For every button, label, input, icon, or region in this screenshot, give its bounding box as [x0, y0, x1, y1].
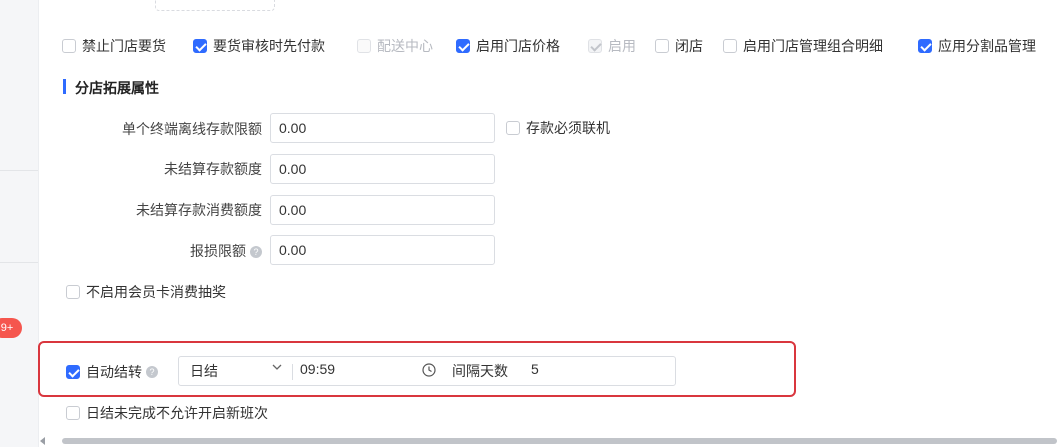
checkbox-disabled: [357, 39, 371, 53]
help-icon[interactable]: ?: [250, 246, 262, 259]
checkbox[interactable]: [66, 406, 80, 420]
checkbox[interactable]: [723, 39, 737, 53]
option-label: 存款必须联机: [526, 120, 610, 136]
loss-limit-label: 报损限额: [190, 243, 246, 259]
option-label: 日结未完成不允许开启新班次: [86, 405, 268, 421]
unsettled-consume-input[interactable]: 0.00: [270, 195, 495, 225]
option-enable-store-price[interactable]: 启用门店价格: [456, 37, 560, 55]
daily-incomplete-option[interactable]: 日结未完成不允许开启新班次: [66, 404, 268, 422]
auto-transfer-option[interactable]: 自动结转 ?: [66, 363, 158, 381]
checkbox-disabled-checked: [588, 39, 602, 53]
checkbox-checked[interactable]: [193, 39, 207, 53]
field-divider: [292, 364, 293, 380]
checkbox-checked[interactable]: [66, 365, 80, 379]
chevron-down-icon[interactable]: [272, 362, 282, 372]
checkbox[interactable]: [506, 121, 520, 135]
option-label: 禁止门店要货: [82, 38, 166, 54]
partial-field-outline: [155, 0, 275, 11]
option-label: 应用分割品管理: [938, 38, 1036, 54]
no-member-lottery-option[interactable]: 不启用会员卡消费抽奖: [66, 283, 226, 301]
checkbox-checked[interactable]: [918, 39, 932, 53]
option-label: 启用: [608, 38, 636, 54]
option-label: 配送中心: [377, 38, 433, 54]
deposit-online-option[interactable]: 存款必须联机: [506, 119, 610, 137]
option-label: 要货审核时先付款: [213, 38, 325, 54]
option-label: 启用门店价格: [476, 38, 560, 54]
option-split-product-mgmt[interactable]: 应用分割品管理: [918, 37, 1036, 55]
settle-mode-select[interactable]: 日结: [190, 361, 218, 381]
rail-divider: [0, 262, 38, 263]
option-prepay-on-review[interactable]: 要货审核时先付款: [193, 37, 325, 55]
left-nav-rail: [0, 0, 39, 447]
checkbox[interactable]: [655, 39, 669, 53]
checkbox-checked[interactable]: [456, 39, 470, 53]
interval-days-label: 间隔天数: [452, 363, 508, 379]
loss-limit-input[interactable]: 0.00: [270, 235, 495, 265]
option-label: 自动结转: [86, 364, 142, 380]
section-accent-bar: [63, 79, 66, 94]
option-close-store[interactable]: 闭店: [655, 37, 703, 55]
checkbox[interactable]: [66, 285, 80, 299]
settle-time-input[interactable]: 09:59: [300, 361, 335, 377]
horizontal-scrollbar[interactable]: [62, 438, 1057, 444]
help-icon[interactable]: ?: [146, 366, 158, 378]
option-disable-store-requisition[interactable]: 禁止门店要货: [62, 37, 166, 55]
unsettled-consume-label: 未结算存款消费额度: [136, 202, 262, 218]
checkbox[interactable]: [62, 39, 76, 53]
loss-limit-label-wrap: 报损限额?: [190, 242, 262, 260]
option-distribution-center: 配送中心: [357, 37, 433, 55]
offline-limit-input[interactable]: 0.00: [270, 113, 495, 143]
section-title: 分店拓展属性: [75, 80, 159, 96]
unsettled-amount-input[interactable]: 0.00: [270, 154, 495, 184]
option-label: 不启用会员卡消费抽奖: [86, 284, 226, 300]
option-label: 启用门店管理组合明细: [743, 38, 883, 54]
scroll-left-arrow[interactable]: [40, 437, 45, 445]
offline-limit-label: 单个终端离线存款限额: [122, 121, 262, 137]
option-enable: 启用: [588, 37, 636, 55]
rail-divider: [0, 170, 38, 171]
unsettled-amount-label: 未结算存款额度: [164, 161, 262, 177]
option-store-combo-detail[interactable]: 启用门店管理组合明细: [723, 37, 883, 55]
option-label: 闭店: [675, 38, 703, 54]
notification-badge[interactable]: 9+: [0, 318, 22, 338]
interval-days-input[interactable]: 5: [531, 361, 539, 377]
clock-icon[interactable]: [422, 363, 436, 377]
